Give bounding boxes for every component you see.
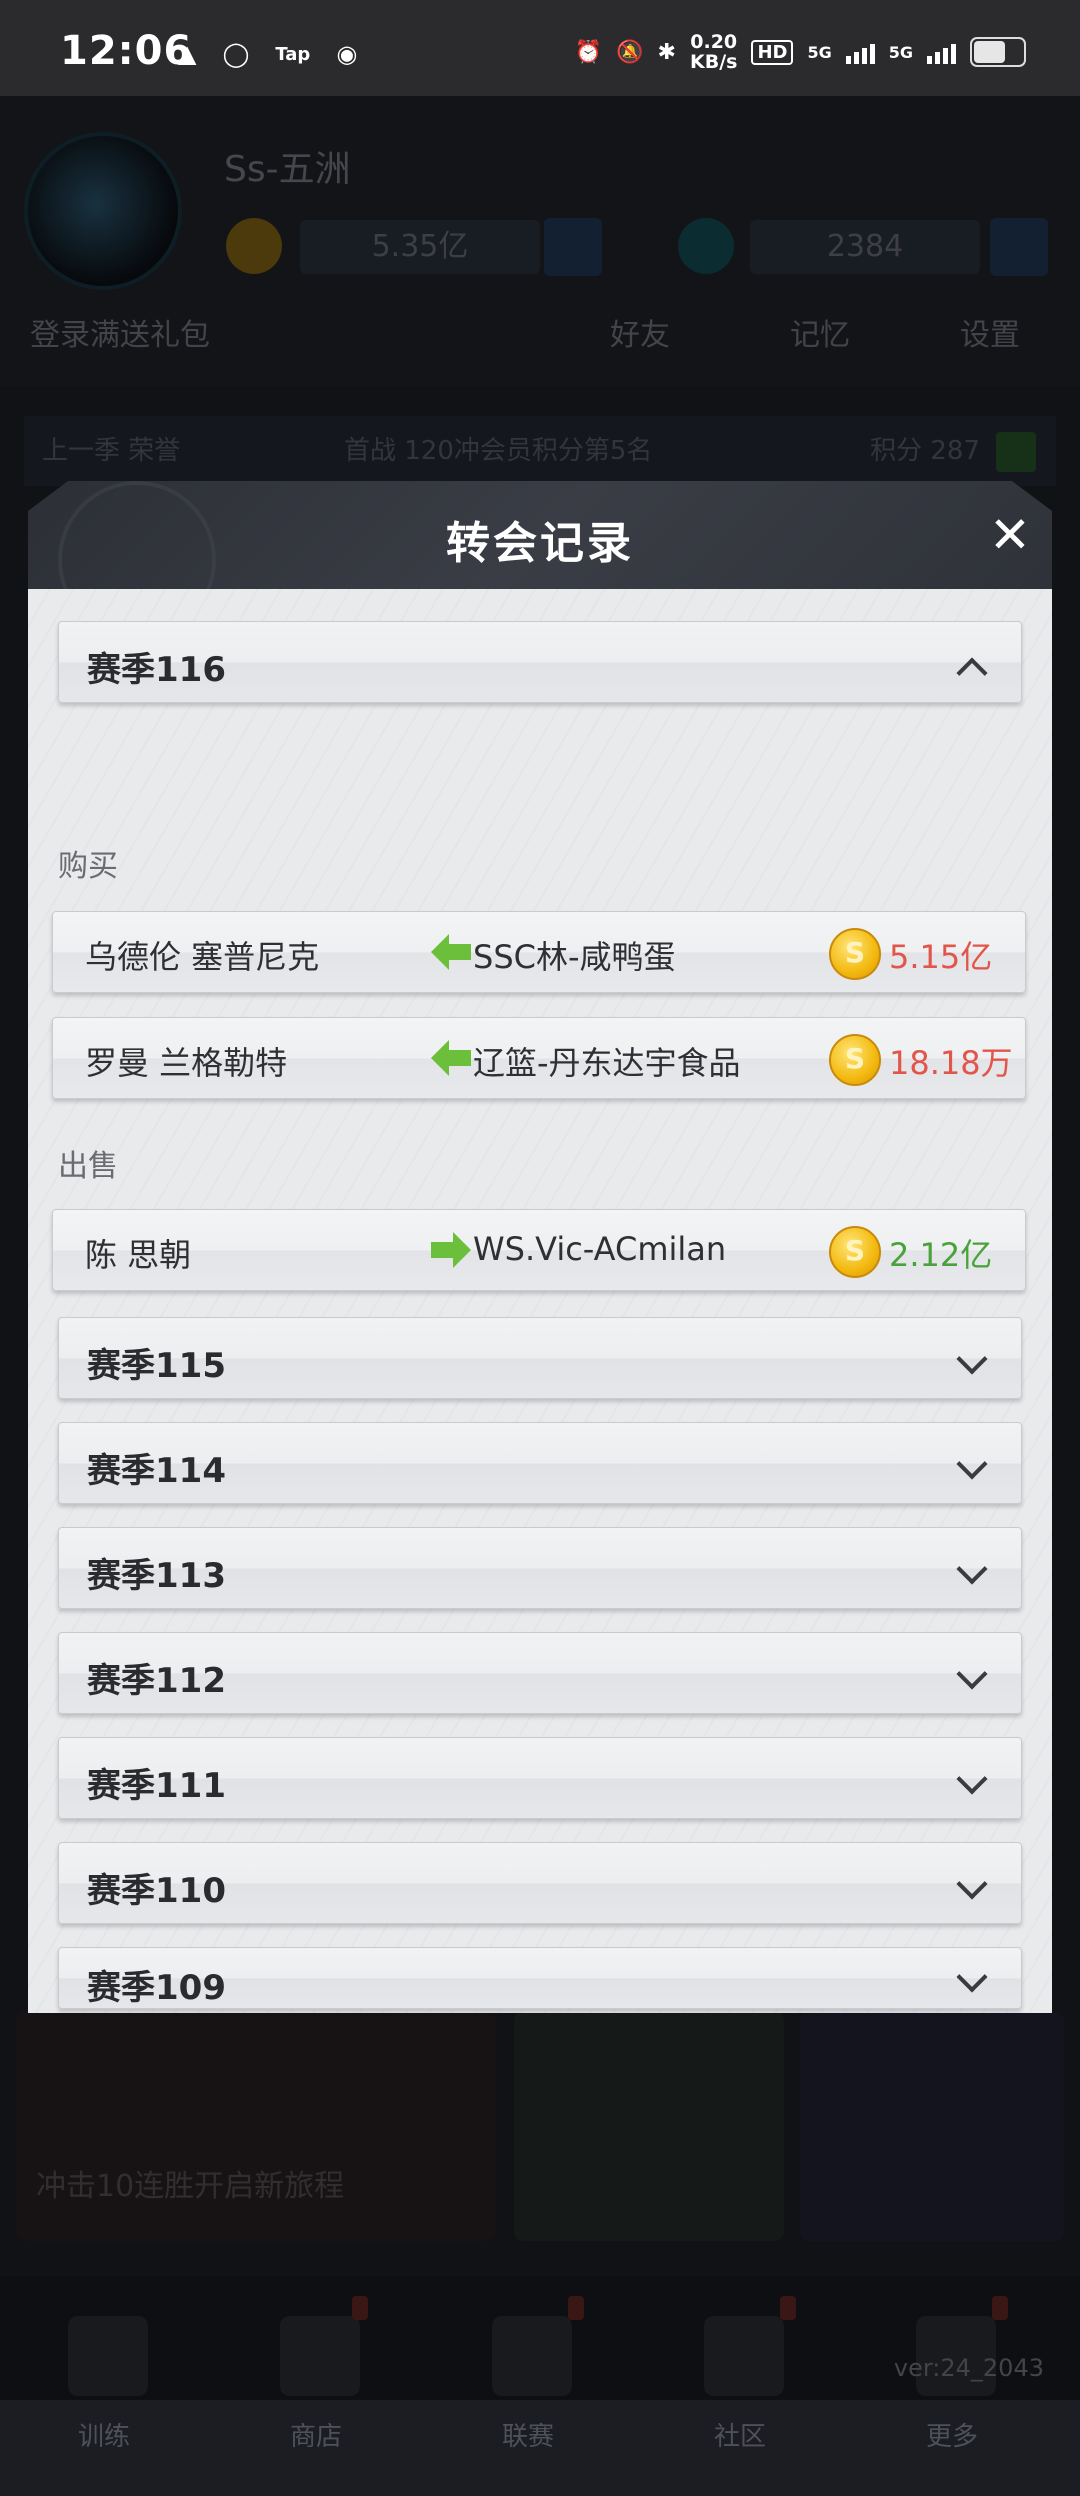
season-label: 赛季111 — [87, 1766, 226, 1806]
arrow-left-icon — [431, 934, 471, 970]
dialog-title: 转会记录 — [446, 518, 634, 569]
season-label: 赛季110 — [87, 1871, 226, 1911]
team-name: SSC林-咸鸭蛋 — [473, 938, 676, 976]
chevron-down-icon — [956, 1448, 988, 1480]
transfer-price: 5.15亿 — [889, 938, 993, 976]
hd-icon: HD — [751, 39, 794, 65]
dialog-header: 转会记录 ✕ — [28, 481, 1052, 589]
season-header-collapsed[interactable]: 赛季111 — [58, 1737, 1022, 1819]
signal-icon — [927, 40, 956, 64]
nav-training-label: 训练 — [78, 2422, 131, 2452]
signal-icon — [845, 40, 875, 64]
chevron-up-icon — [956, 657, 988, 689]
status-right-icons: ⏰ 🔕 ✱ 0.20 KB/s HD 5G 5G — [575, 32, 1026, 72]
season-header-collapsed[interactable]: 赛季113 — [58, 1527, 1022, 1609]
chevron-down-icon — [956, 1658, 988, 1690]
season-header-collapsed[interactable]: 赛季115 — [58, 1317, 1022, 1399]
sim2-label: 5G — [888, 42, 913, 62]
chevron-down-icon — [956, 1763, 988, 1795]
chevron-down-icon — [956, 1343, 988, 1375]
chevron-down-icon — [956, 1868, 988, 1900]
season-header-collapsed[interactable]: 赛季110 — [58, 1842, 1022, 1924]
sell-section-label: 出售 — [58, 1149, 118, 1184]
season-label: 赛季115 — [87, 1346, 226, 1386]
buy-section-label: 购买 — [58, 849, 118, 884]
transfer-row[interactable]: 乌德伦 塞普尼克 SSC林-咸鸭蛋 S 5.15亿 — [52, 911, 1026, 993]
season-label: 赛季114 — [87, 1451, 226, 1491]
coin-icon: S — [829, 928, 881, 980]
taptap-icon: Tap — [275, 43, 311, 65]
transfer-row[interactable]: 罗曼 兰格勒特 辽篮-丹东达宇食品 S 18.18万 — [52, 1017, 1026, 1099]
season-header-expanded[interactable]: 赛季116 — [58, 621, 1022, 703]
coin-icon: S — [829, 1226, 881, 1278]
chevron-down-icon — [956, 1553, 988, 1585]
notification-icon: ▲ — [178, 40, 197, 68]
status-time: 12:06 — [60, 28, 193, 74]
season-label: 赛季116 — [87, 650, 226, 690]
transfer-records-dialog: 转会记录 ✕ 赛季116 购买 乌德伦 塞普尼克 SSC林-咸鸭蛋 S 5.15… — [28, 481, 1052, 2013]
arrow-right-icon — [431, 1232, 471, 1268]
network-speed: 0.20 KB/s — [689, 31, 738, 73]
team-name: WS.Vic-ACmilan — [473, 1230, 727, 1268]
mute-icon: 🔕 — [616, 39, 644, 65]
nav-more-label: 更多 — [926, 2422, 979, 2452]
season-header-collapsed[interactable]: 赛季109 — [58, 1947, 1022, 2009]
dialog-body[interactable]: 赛季116 购买 乌德伦 塞普尼克 SSC林-咸鸭蛋 S 5.15亿 罗曼 兰格… — [28, 589, 1052, 2013]
player-name: 乌德伦 塞普尼克 — [85, 938, 320, 976]
alarm-icon: ⏰ — [574, 39, 603, 65]
season-header-collapsed[interactable]: 赛季114 — [58, 1422, 1022, 1504]
player-name: 陈 思朝 — [85, 1236, 192, 1274]
transfer-row[interactable]: 陈 思朝 WS.Vic-ACmilan S 2.12亿 — [52, 1209, 1026, 1291]
season-label: 赛季112 — [87, 1661, 226, 1701]
transfer-price: 2.12亿 — [889, 1236, 993, 1274]
chevron-down-icon — [956, 1961, 988, 1993]
close-icon[interactable]: ✕ — [982, 507, 1038, 563]
season-label: 赛季109 — [87, 1968, 226, 2008]
status-bar: 12:06 ▲ ◯ Tap ◉ ⏰ 🔕 ✱ 0.20 KB/s HD 5G 5G — [0, 0, 1080, 96]
player-name: 罗曼 兰格勒特 — [85, 1044, 288, 1082]
nav-shop-label: 商店 — [290, 2422, 343, 2452]
nav-community-label: 社区 — [714, 2422, 767, 2452]
status-left-icons: ▲ ◯ Tap ◉ — [178, 40, 357, 68]
coin-icon: S — [829, 1034, 881, 1086]
nav-league-label: 联赛 — [502, 2422, 555, 2452]
season-label: 赛季113 — [87, 1556, 226, 1596]
battery-icon — [970, 37, 1026, 67]
team-name: 辽篮-丹东达宇食品 — [473, 1044, 741, 1082]
transfer-price: 18.18万 — [889, 1044, 1013, 1082]
arrow-left-icon — [431, 1040, 471, 1076]
cat-icon: ◉ — [336, 40, 358, 68]
app-icon: ◯ — [222, 40, 250, 68]
sim1-label: 5G — [807, 42, 832, 62]
bluetooth-icon: ✱ — [657, 39, 676, 65]
season-header-collapsed[interactable]: 赛季112 — [58, 1632, 1022, 1714]
